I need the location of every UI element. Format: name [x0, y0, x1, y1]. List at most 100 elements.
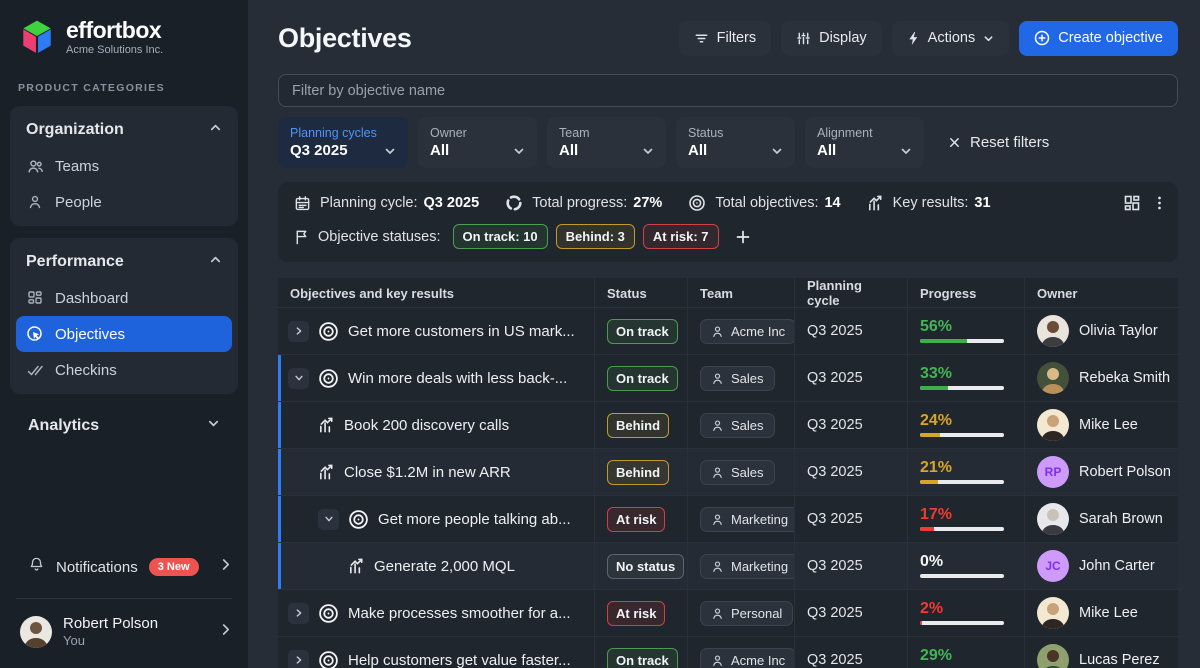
chevron-down-icon — [771, 145, 783, 157]
team-dropdown[interactable]: Team All — [547, 117, 666, 168]
objective-target-icon — [318, 321, 339, 342]
planning-cycles-dropdown[interactable]: Planning cycles Q3 2025 — [278, 117, 408, 168]
table-row[interactable]: Help customers get value faster... On tra… — [278, 637, 1178, 668]
status-badge[interactable]: Behind — [607, 413, 669, 438]
team-cell: Sales — [688, 355, 795, 401]
status-badge[interactable]: No status — [607, 554, 684, 579]
person-icon — [711, 607, 724, 620]
expand-row-button[interactable] — [288, 603, 309, 624]
progress-percent: 56% — [920, 319, 1004, 335]
team-chip[interactable]: Sales — [700, 413, 775, 438]
status-badge[interactable]: Behind — [607, 460, 669, 485]
display-button[interactable]: Display — [781, 21, 882, 56]
actions-button[interactable]: Actions — [892, 21, 1010, 56]
collapse-row-button[interactable] — [288, 368, 309, 389]
dropdown-value: All — [688, 142, 707, 159]
stat-value: 14 — [824, 195, 840, 211]
status-badge[interactable]: On track — [607, 648, 678, 668]
sidebar-group-organization-header[interactable]: Organization — [16, 112, 232, 148]
team-chip[interactable]: Sales — [700, 460, 775, 485]
row-title[interactable]: Generate 2,000 MQL — [374, 558, 515, 575]
create-objective-button[interactable]: Create objective — [1019, 21, 1178, 56]
status-badge[interactable]: At risk — [607, 601, 665, 626]
planning-cycle-cell: Q3 2025 — [795, 496, 908, 542]
person-icon — [711, 372, 724, 385]
team-chip[interactable]: Personal — [700, 601, 793, 626]
target-icon — [688, 194, 706, 212]
sidebar-group-analytics-header[interactable]: Analytics — [10, 406, 238, 446]
filters-button[interactable]: Filters — [679, 21, 771, 56]
table-header: Objectives and key results Status Team P… — [278, 278, 1178, 308]
owner-dropdown[interactable]: Owner All — [418, 117, 537, 168]
row-title[interactable]: Help customers get value faster... — [348, 652, 571, 668]
row-title[interactable]: Close $1.2M in new ARR — [344, 464, 511, 481]
team-chip[interactable]: Marketing — [700, 507, 795, 532]
kebab-menu-icon[interactable] — [1157, 195, 1162, 211]
sidebar-item-dashboard[interactable]: Dashboard — [16, 280, 232, 316]
planning-cycle-cell: Q3 2025 — [795, 637, 908, 668]
stat-label: Total progress: — [532, 195, 627, 211]
add-status-icon[interactable] — [735, 229, 751, 245]
person-icon — [711, 654, 724, 667]
reset-filters-button[interactable]: Reset filters — [948, 134, 1049, 151]
status-dropdown[interactable]: Status All — [676, 117, 795, 168]
alignment-dropdown[interactable]: Alignment All — [805, 117, 924, 168]
dropdown-value: Q3 2025 — [290, 142, 348, 159]
team-chip[interactable]: Marketing — [700, 554, 795, 579]
owner-name: Sarah Brown — [1079, 511, 1163, 527]
objective-name-cell: Get more customers in US mark... — [278, 308, 595, 354]
team-chip[interactable]: Acme Inc — [700, 648, 795, 668]
table-row[interactable]: Make processes smoother for a... At risk P… — [278, 590, 1178, 637]
stat-label: Objective statuses: — [318, 229, 441, 245]
progress-bar — [920, 621, 1004, 625]
progress-percent: 0% — [920, 554, 1004, 570]
table-row[interactable]: Close $1.2M in new ARRBehindSalesQ3 2025… — [278, 449, 1178, 496]
brand-block[interactable]: effortbox Acme Solutions Inc. — [10, 16, 238, 56]
table-row[interactable]: Get more customers in US mark... On track… — [278, 308, 1178, 355]
sidebar-group-performance-header[interactable]: Performance — [16, 244, 232, 280]
owner-cell: Mike Lee — [1025, 590, 1178, 636]
row-title[interactable]: Get more customers in US mark... — [348, 323, 575, 340]
expand-row-button[interactable] — [288, 650, 309, 668]
sidebar-item-checkins[interactable]: Checkins — [16, 352, 232, 388]
planning-cycle-value: Q3 2025 — [807, 370, 863, 386]
sidebar-group-performance: Performance Dashboard Objectives — [10, 238, 238, 394]
table-row[interactable]: Get more people talking ab... At risk Mark… — [278, 496, 1178, 543]
table-row[interactable]: Win more deals with less back-... On trac… — [278, 355, 1178, 402]
status-badge-at-risk[interactable]: At risk: 7 — [643, 224, 719, 249]
notifications-button[interactable]: Notifications 3 New — [10, 546, 238, 588]
team-chip[interactable]: Sales — [700, 366, 775, 391]
status-badge-behind[interactable]: Behind: 3 — [556, 224, 635, 249]
table-row[interactable]: Generate 2,000 MQLNo statusMarketingQ3 2… — [278, 543, 1178, 590]
chevron-down-icon — [207, 417, 220, 435]
column-header: Status — [595, 278, 688, 308]
status-badge-on-track[interactable]: On track: 10 — [453, 224, 548, 249]
progress-bar — [920, 527, 1004, 531]
sidebar-item-people[interactable]: People — [16, 184, 232, 220]
progress-indicator: 24% — [920, 413, 1004, 437]
status-badge[interactable]: On track — [607, 319, 678, 344]
owner-cell: Lucas Perez — [1025, 637, 1178, 668]
collapse-row-button[interactable] — [318, 509, 339, 530]
objective-filter-input[interactable] — [278, 74, 1178, 107]
sidebar-item-teams[interactable]: Teams — [16, 148, 232, 184]
row-title[interactable]: Get more people talking ab... — [378, 511, 571, 528]
close-icon — [948, 136, 961, 149]
row-title[interactable]: Win more deals with less back-... — [348, 370, 567, 387]
status-badge[interactable]: At risk — [607, 507, 665, 532]
expand-row-button[interactable] — [288, 321, 309, 342]
team-cell: Sales — [688, 402, 795, 448]
team-chip[interactable]: Acme Inc — [700, 319, 795, 344]
user-menu[interactable]: Robert Polson You — [10, 611, 238, 654]
row-title[interactable]: Make processes smoother for a... — [348, 605, 571, 622]
status-cell: On track — [595, 355, 688, 401]
owner-name: Olivia Taylor — [1079, 323, 1158, 339]
chevron-up-icon — [209, 253, 222, 271]
sidebar-item-objectives[interactable]: Objectives — [16, 316, 232, 352]
table-row[interactable]: Book 200 discovery callsBehindSalesQ3 20… — [278, 402, 1178, 449]
planning-cycle-value: Q3 2025 — [807, 511, 863, 527]
status-badge[interactable]: On track — [607, 366, 678, 391]
row-title[interactable]: Book 200 discovery calls — [344, 417, 509, 434]
card-view-icon[interactable] — [1123, 194, 1141, 212]
objective-name-cell: Generate 2,000 MQL — [278, 543, 595, 589]
